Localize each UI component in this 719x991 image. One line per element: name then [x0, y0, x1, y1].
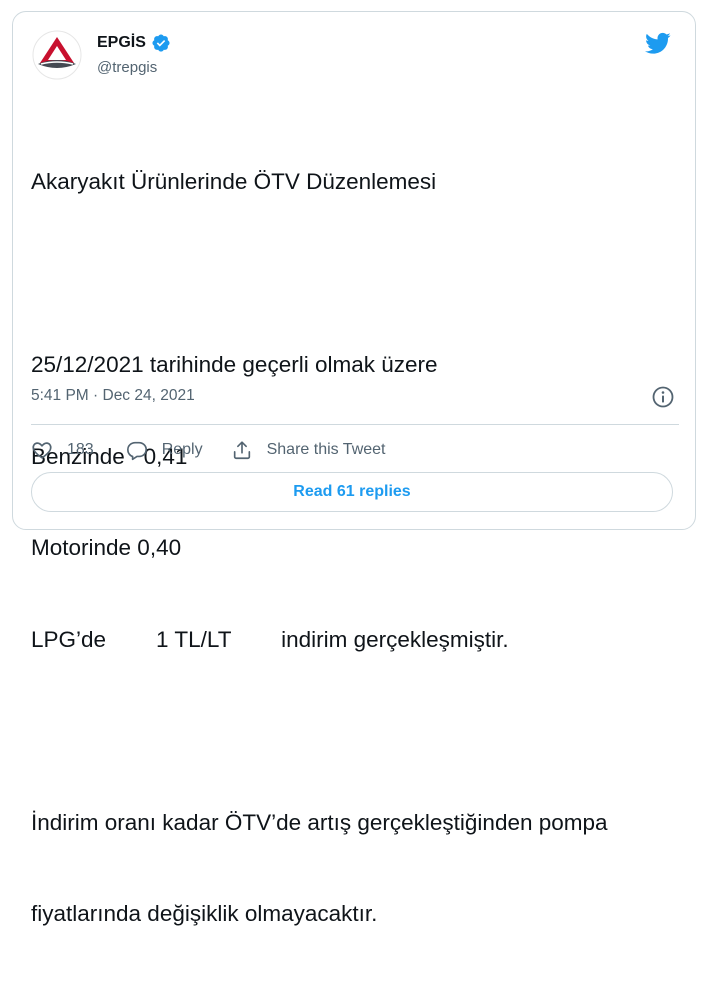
share-icon — [233, 441, 250, 460]
tweet-line: Motorinde 0,40 — [31, 535, 182, 560]
tweet-card: EPGİS @trepgis Akaryakıt Ürünlerinde ÖTV… — [12, 11, 696, 926]
action-bar: 183 Reply Share this Tweet — [31, 433, 406, 467]
share-button[interactable]: Share this Tweet — [231, 439, 386, 461]
tweet-text: Akaryakıt Ürünlerinde ÖTV Düzenlemesi 25… — [31, 106, 681, 991]
tweet-line: fiyatlarında değişiklik olmayacaktır. — [31, 901, 378, 926]
read-replies-button[interactable]: Read 61 replies — [31, 472, 673, 512]
heart-icon — [32, 442, 52, 459]
user-handle[interactable]: @trepgis — [97, 59, 157, 76]
twitter-bird-icon[interactable] — [643, 30, 673, 56]
tweet-line — [31, 716, 681, 747]
tweet-line: İndirim oranı kadar ÖTV’de artış gerçekl… — [31, 809, 608, 835]
info-icon[interactable] — [651, 385, 675, 409]
like-button[interactable]: 183 — [31, 439, 94, 461]
epgis-logo — [32, 30, 82, 80]
tweet-line — [31, 259, 681, 290]
timestamp[interactable]: 5:41 PM · Dec 24, 2021 — [31, 387, 195, 405]
like-count: 183 — [67, 441, 94, 458]
share-label: Share this Tweet — [266, 441, 386, 458]
reply-icon — [126, 441, 147, 461]
avatar[interactable] — [32, 30, 82, 80]
reply-label: Reply — [161, 441, 203, 458]
author-name-row[interactable]: EPGİS — [97, 33, 171, 53]
tweet-meta: 5:41 PM · Dec 24, 2021 — [31, 385, 681, 409]
tweet-line: Akaryakıt Ürünlerinde ÖTV Düzenlemesi — [31, 169, 437, 194]
tweet-line: LPG’de 1 TL/LT indirim gerçekleşmiştir. — [31, 626, 509, 652]
reply-button[interactable]: Reply — [126, 439, 203, 461]
display-name[interactable]: EPGİS — [97, 34, 146, 52]
verified-badge-icon — [151, 33, 171, 53]
tweet-line: 25/12/2021 tarihinde geçerli olmak üzere — [31, 352, 438, 377]
divider — [31, 424, 679, 425]
